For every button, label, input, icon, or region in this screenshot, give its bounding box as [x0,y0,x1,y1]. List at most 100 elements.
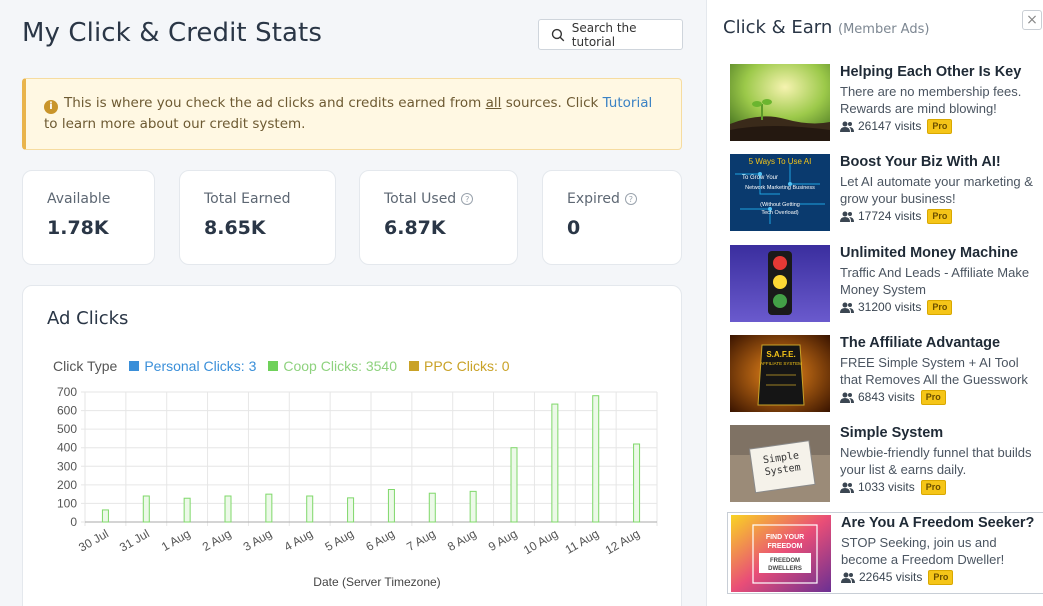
ad-thumbnail[interactable]: FIND YOUR FREEDOM FREEDOM DWELLERS [731,515,831,592]
visits-count: 17724 visits [858,209,922,223]
visits-count: 6843 visits [858,390,915,404]
users-icon [840,392,854,403]
bar-coop-clicks [265,493,273,523]
alert-underlined: all [485,95,502,111]
ad-thumbnail[interactable]: S.A.F.E. AFFILIATE SYSTEM [730,335,830,412]
ad-title[interactable]: The Affiliate Advantage [840,334,1043,353]
pro-badge: Pro [927,299,953,315]
ad-visits: 6843 visits Pro [840,389,1043,405]
ad-description: There are no membership fees. Rewards ar… [840,84,1022,116]
ad-title[interactable]: Simple System [840,424,1043,443]
y-tick-label: 200 [57,478,77,492]
ad-item[interactable]: Simple System Simple System Newbie-frien… [727,423,1043,505]
bar-coop-clicks [551,403,559,523]
users-icon [841,572,855,583]
sidebar-title-text: Click & Earn [723,17,833,38]
search-tutorial-button[interactable]: Search the tutorial [538,19,683,50]
thumb-text: Network Marketing Business [745,185,815,191]
stat-label: Total Earned [204,191,291,207]
thumb-text: AFFILIATE SYSTEM [760,361,802,366]
bar-coop-clicks [469,490,477,523]
x-tick-label: 4 Aug [282,526,316,553]
help-icon[interactable]: ? [624,193,637,205]
x-tick-label: 11 Aug [563,526,602,556]
ad-description: STOP Seeking, join us and become a Freed… [841,535,1005,567]
ad-item[interactable]: S.A.F.E. AFFILIATE SYSTEM The Affiliate … [727,333,1043,415]
thumb-text: Tech Overload) [761,210,798,216]
x-tick-label: 2 Aug [200,526,234,553]
ad-thumbnail[interactable]: 5 Ways To Use AI To Grow Your Network Ma… [730,154,830,231]
y-tick-label: 700 [57,385,77,399]
bar-coop-clicks [428,492,436,523]
tutorial-link[interactable]: Tutorial [603,95,653,111]
bar-coop-clicks [101,509,109,523]
stat-card-available: Available 1.78K [22,170,155,265]
thumb-text: FREEDOM [770,558,800,564]
stat-label: Available [47,191,111,207]
close-icon[interactable]: × [1022,10,1042,30]
search-tutorial-label: Search the tutorial [571,20,637,49]
info-alert: i This is where you check the ad clicks a… [22,78,682,150]
ad-visits: 17724 visits Pro [840,208,1043,224]
visits-count: 22645 visits [859,570,923,584]
bar-coop-clicks [183,497,191,523]
ad-visits: 1033 visits Pro [840,479,1043,495]
x-tick-label: 9 Aug [486,526,520,553]
sidebar-subtitle: (Member Ads) [838,22,930,37]
page-title: My Click & Credit Stats [22,18,322,48]
main-content: My Click & Credit Stats Search the tutor… [0,0,706,606]
thumb-text: To Grow Your [742,175,778,181]
ad-title[interactable]: Helping Each Other Is Key [840,63,1043,82]
ad-clicks-card: Ad Clicks Click Type Personal Clicks: 3 … [22,285,682,606]
users-icon [840,121,854,132]
ad-description: Traffic And Leads - Affiliate Make Money… [840,265,1030,297]
ad-thumbnail[interactable] [730,64,830,141]
ad-thumbnail[interactable] [730,245,830,322]
ad-item[interactable]: 5 Ways To Use AI To Grow Your Network Ma… [727,152,1043,234]
ad-thumbnail[interactable]: Simple System [730,425,830,502]
x-tick-label: 8 Aug [445,526,479,553]
x-axis-label: Date (Server Timezone) [313,575,440,589]
alert-text-after: to learn more about our credit system. [44,116,306,132]
users-icon [840,302,854,313]
ad-visits: 31200 visits Pro [840,299,1043,315]
ad-title[interactable]: Boost Your Biz With AI! [840,153,1043,172]
pro-badge: Pro [920,479,946,495]
visits-count: 31200 visits [858,300,922,314]
bar-coop-clicks [142,495,150,523]
help-icon[interactable]: ? [461,193,474,205]
thumb-text: (Without Getting [760,202,800,208]
stat-value: 8.65K [204,217,266,239]
ad-title[interactable]: Unlimited Money Machine [840,244,1043,263]
bar-chart: 0 100 200 300 400 500 600 700 30 Jul 31 Jul 1 Aug 2… [57,385,658,589]
member-ads-sidebar: Click & Earn (Member Ads) × Helping Each… [706,0,1043,606]
x-tick-label: 30 Jul [76,526,111,554]
x-tick-label: 6 Aug [363,526,397,553]
bar-coop-clicks [592,395,600,523]
stat-value: 6.87K [384,217,446,239]
pro-badge: Pro [920,389,946,405]
bar-coop-clicks [387,489,395,523]
x-tick-label: 5 Aug [322,526,356,553]
stat-label: Expired [567,191,620,207]
y-tick-label: 0 [70,515,77,529]
ad-item[interactable]: FIND YOUR FREEDOM FREEDOM DWELLERS Are Y… [727,512,1043,594]
ad-item[interactable]: Unlimited Money Machine Traffic And Lead… [727,243,1043,325]
sidebar-title: Click & Earn (Member Ads) [723,17,929,38]
ad-visits: 26147 visits Pro [840,118,1043,134]
bar-coop-clicks [510,447,518,523]
stat-label: Total Used [384,191,457,207]
stat-card-total-earned: Total Earned 8.65K [179,170,336,265]
stat-card-expired: Expired? 0 [542,170,682,265]
ad-item[interactable]: Helping Each Other Is Key There are no m… [727,62,1043,144]
y-tick-label: 600 [57,404,77,418]
y-tick-label: 100 [57,496,77,510]
stat-value: 0 [567,217,581,239]
visits-count: 26147 visits [858,119,922,133]
ad-description: Let AI automate your marketing & grow yo… [840,174,1033,206]
ad-title[interactable]: Are You A Freedom Seeker? [841,514,1043,533]
pro-badge: Pro [928,569,954,585]
x-tick-label: 12 Aug [603,526,642,557]
thumb-text: DWELLERS [768,566,802,572]
info-icon: i [44,99,58,114]
